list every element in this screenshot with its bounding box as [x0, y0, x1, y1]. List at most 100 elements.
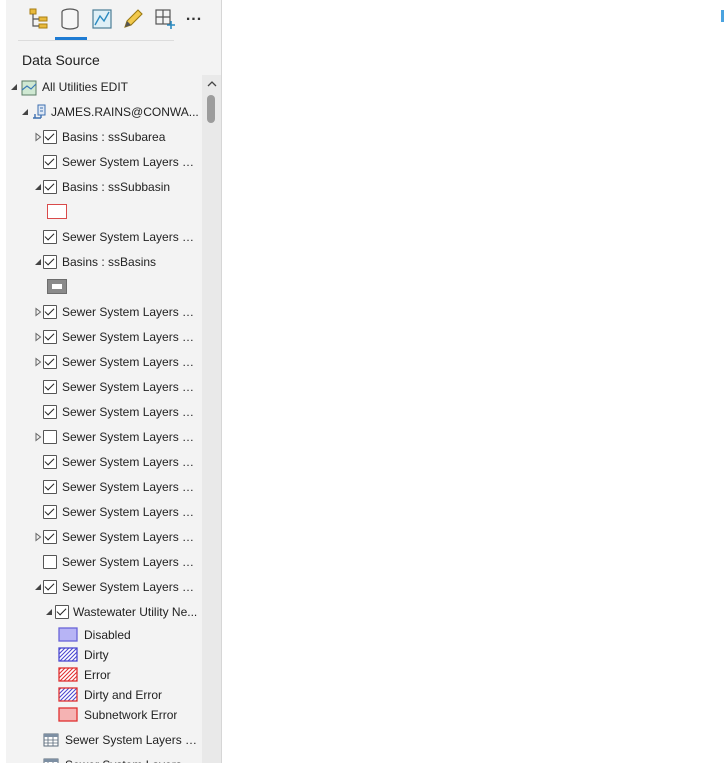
layer-row[interactable]: Wastewater Utility Ne... — [6, 600, 202, 625]
list-by-data-source-button[interactable] — [56, 5, 84, 33]
list-by-editing-icon — [124, 9, 143, 28]
layer-row[interactable]: Sewer System Layers ED... — [6, 150, 202, 175]
layer-row[interactable]: Sewer System Layers ED... — [6, 350, 202, 375]
layer-symbol-row[interactable] — [6, 275, 202, 300]
table-row[interactable]: Sewer System Layers E... — [6, 728, 202, 753]
scroll-thumb[interactable] — [207, 95, 215, 123]
more-options-button[interactable]: ... — [180, 5, 208, 33]
layer-row[interactable]: Sewer System Layers ED... — [6, 325, 202, 350]
layer-visibility-checkbox[interactable] — [43, 155, 57, 169]
layer-row[interactable]: Sewer System Layers ED... — [6, 550, 202, 575]
legend-row[interactable]: Subnetwork Error — [6, 705, 202, 725]
layer-symbol-row[interactable] — [6, 200, 202, 225]
legend-label: Dirty — [84, 648, 109, 662]
layer-visibility-checkbox[interactable] — [43, 505, 57, 519]
layer-visibility-checkbox[interactable] — [43, 255, 57, 269]
layer-row[interactable]: Basins : ssSubbasin — [6, 175, 202, 200]
layer-label: Basins : ssSubarea — [62, 130, 166, 144]
layer-label: Sewer System Layers ED... — [62, 455, 200, 469]
layer-row[interactable]: Sewer System Layers ED... — [6, 450, 202, 475]
layer-tree: All Utilities EDIT JAMES.RAINS@CONWA... … — [6, 75, 202, 763]
collapsed-chevron-icon[interactable] — [33, 432, 43, 442]
layer-row[interactable]: Sewer System Layers ED... — [6, 375, 202, 400]
layer-visibility-checkbox[interactable] — [43, 555, 57, 569]
layer-visibility-checkbox[interactable] — [43, 355, 57, 369]
expanded-chevron-icon[interactable] — [20, 107, 30, 117]
collapsed-chevron-icon[interactable] — [33, 357, 43, 367]
more-options-icon: ... — [185, 7, 203, 24]
layer-visibility-checkbox[interactable] — [43, 330, 57, 344]
layer-label: Sewer System Layers ED... — [62, 430, 200, 444]
list-by-snapping-button[interactable] — [151, 5, 179, 33]
expanded-chevron-icon[interactable] — [9, 82, 19, 92]
layer-visibility-checkbox[interactable] — [43, 405, 57, 419]
layer-label: Wastewater Utility Ne... — [73, 605, 198, 619]
legend-row[interactable]: Error — [6, 665, 202, 685]
expanded-chevron-icon[interactable] — [44, 607, 54, 617]
tree-root-label: All Utilities EDIT — [42, 80, 129, 94]
list-by-drawing-order-button[interactable] — [25, 5, 53, 33]
tree-connection-row[interactable]: JAMES.RAINS@CONWA... — [6, 100, 202, 125]
layer-label: Basins : ssSubbasin — [62, 180, 171, 194]
legend-label: Disabled — [84, 628, 131, 642]
layer-visibility-checkbox[interactable] — [43, 130, 57, 144]
legend-swatch-icon — [58, 667, 78, 682]
contents-pane: ... Data Source All Utilities EDIT JAMES… — [6, 0, 222, 763]
database-connection-icon — [33, 104, 46, 119]
legend-swatch-icon — [58, 627, 78, 642]
list-by-data-source-icon — [61, 8, 79, 30]
map-icon — [21, 80, 37, 96]
layer-row[interactable]: Basins : ssBasins — [6, 250, 202, 275]
scroll-up-icon[interactable] — [205, 79, 219, 89]
layer-row[interactable]: Sewer System Layers ED... — [6, 300, 202, 325]
tree-connection-label: JAMES.RAINS@CONWA... — [51, 105, 199, 119]
layer-label: Sewer System Layers ED... — [62, 155, 200, 169]
expanded-chevron-icon[interactable] — [33, 257, 43, 267]
layer-visibility-checkbox[interactable] — [43, 455, 57, 469]
layer-visibility-checkbox[interactable] — [43, 530, 57, 544]
layer-visibility-checkbox[interactable] — [43, 180, 57, 194]
list-by-selection-button[interactable] — [88, 5, 116, 33]
collapsed-chevron-icon[interactable] — [33, 132, 43, 142]
layer-visibility-checkbox[interactable] — [43, 480, 57, 494]
toolbar-divider — [18, 40, 174, 41]
layer-visibility-checkbox[interactable] — [43, 430, 57, 444]
tree-root-row[interactable]: All Utilities EDIT — [6, 75, 202, 100]
layer-visibility-checkbox[interactable] — [55, 605, 69, 619]
list-by-editing-button[interactable] — [119, 5, 147, 33]
expanded-chevron-icon[interactable] — [33, 182, 43, 192]
expanded-chevron-icon[interactable] — [33, 582, 43, 592]
layer-row[interactable]: Sewer System Layers ED... — [6, 400, 202, 425]
layer-row[interactable]: Sewer System Layers ED... — [6, 225, 202, 250]
legend-swatch-icon — [58, 707, 78, 722]
table-label: Sewer System Layers E... — [65, 733, 199, 747]
collapsed-chevron-icon[interactable] — [33, 532, 43, 542]
layer-row[interactable]: Sewer System Layers ED... — [6, 475, 202, 500]
list-by-selection-icon — [92, 9, 112, 29]
collapsed-chevron-icon[interactable] — [33, 307, 43, 317]
layer-visibility-checkbox[interactable] — [43, 380, 57, 394]
layer-visibility-checkbox[interactable] — [43, 580, 57, 594]
layer-row[interactable]: Sewer System Layers ED... — [6, 575, 202, 600]
layer-row[interactable]: Sewer System Layers ED... — [6, 425, 202, 450]
layer-label: Sewer System Layers ED... — [62, 580, 200, 594]
layer-visibility-checkbox[interactable] — [43, 230, 57, 244]
layer-label: Basins : ssBasins — [62, 255, 157, 269]
legend-row[interactable]: Dirty — [6, 645, 202, 665]
tree-scrollbar[interactable] — [202, 75, 221, 763]
layer-row[interactable]: Sewer System Layers ED... — [6, 500, 202, 525]
polygon-symbol-outline-icon — [47, 204, 67, 219]
layer-visibility-checkbox[interactable] — [43, 305, 57, 319]
layer-label: Sewer System Layers ED... — [62, 305, 200, 319]
contents-toolbar: ... — [6, 0, 221, 42]
layer-label: Sewer System Layers ED... — [62, 505, 200, 519]
legend-label: Dirty and Error — [84, 688, 163, 702]
table-row[interactable]: Sewer System Layers E... — [6, 753, 202, 763]
legend-row[interactable]: Disabled — [6, 625, 202, 645]
table-icon — [43, 758, 59, 763]
collapsed-chevron-icon[interactable] — [33, 332, 43, 342]
legend-row[interactable]: Dirty and Error — [6, 685, 202, 705]
layer-row[interactable]: Sewer System Layers ED... — [6, 525, 202, 550]
table-label: Sewer System Layers E... — [65, 758, 199, 763]
layer-row[interactable]: Basins : ssSubarea — [6, 125, 202, 150]
